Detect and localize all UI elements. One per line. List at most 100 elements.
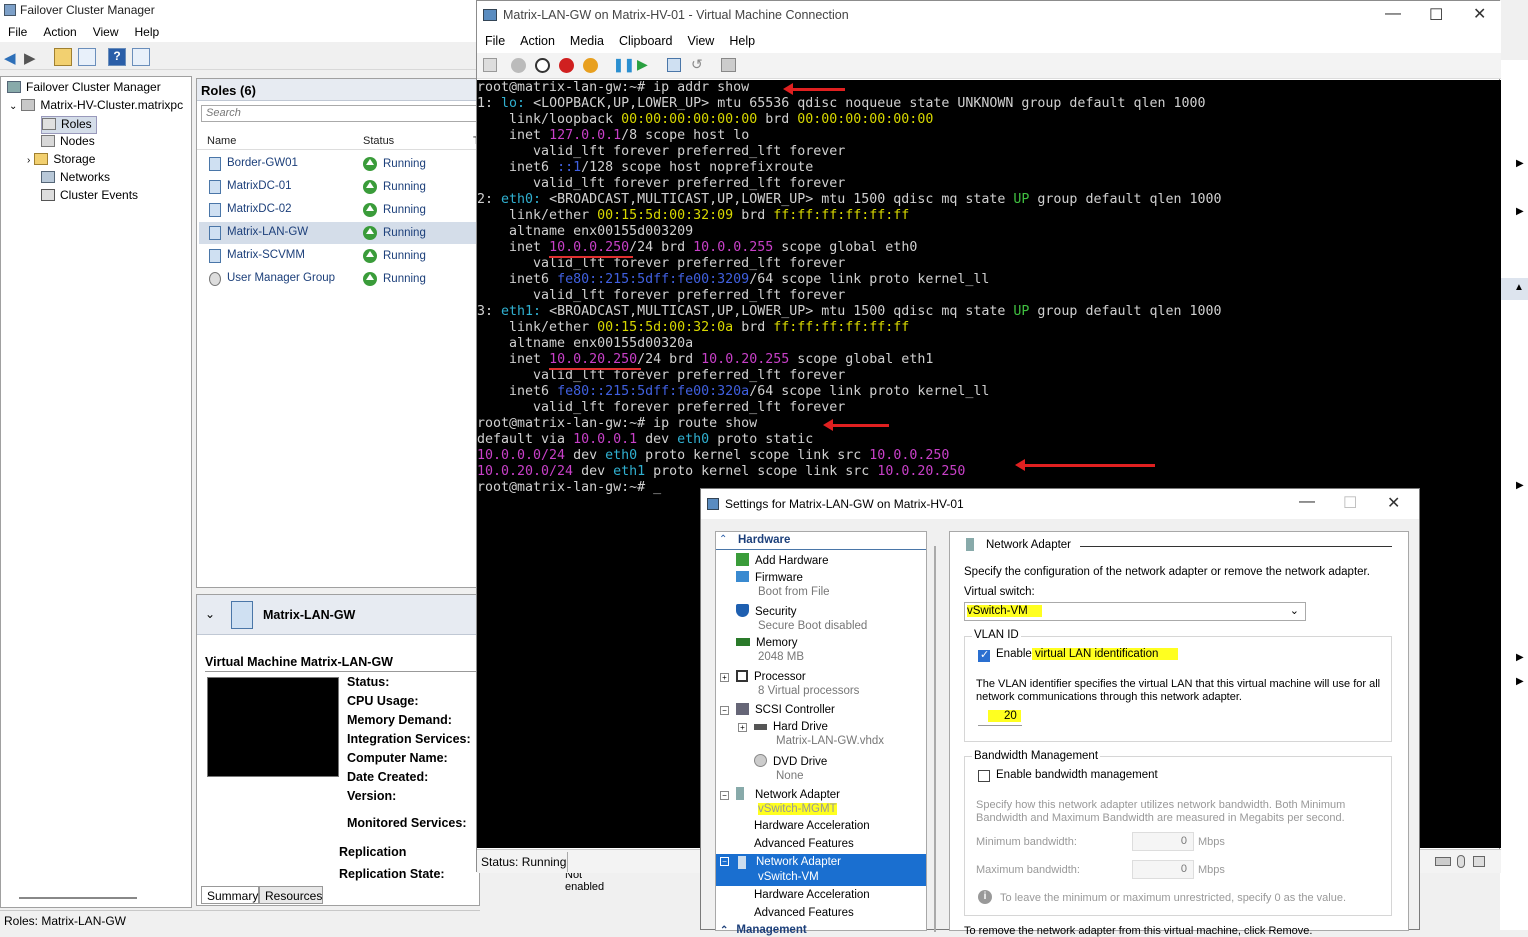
chevron-right-icon[interactable]: ▶	[1516, 480, 1524, 491]
memory-icon	[736, 638, 750, 646]
hw-security[interactable]: Security Secure Boot disabled	[736, 604, 867, 632]
hw-hard-drive[interactable]: + Hard Drive Matrix-LAN-GW.vhdx	[738, 721, 884, 747]
vm-icon	[209, 226, 221, 240]
vmc-menu-action[interactable]: Action	[512, 31, 562, 48]
col-name[interactable]: Name	[207, 135, 236, 147]
resume-icon[interactable]: ▶	[637, 56, 648, 73]
start-icon[interactable]	[511, 58, 526, 73]
ctrl-alt-del-icon[interactable]	[483, 58, 497, 72]
tree-horizontal-scrollbar[interactable]	[19, 897, 137, 899]
hw-hardware-acceleration-1[interactable]: Hardware Acceleration	[754, 820, 870, 832]
vm-icon	[209, 157, 221, 171]
management-header[interactable]: ⌃ Management	[720, 924, 807, 936]
hardware-header[interactable]: ⌃ Hardware	[716, 534, 926, 550]
vswitch-selected-value: vSwitch-VM	[967, 605, 1042, 617]
fcm-menu-file[interactable]: File	[0, 22, 35, 39]
underline-annotation	[549, 368, 641, 370]
minimize-icon[interactable]: —	[1385, 5, 1401, 23]
hw-add-hardware[interactable]: Add Hardware	[736, 553, 829, 567]
checkpoint-icon[interactable]	[667, 58, 681, 72]
vswitch-select[interactable]: vSwitch-VM ⌄	[964, 602, 1306, 621]
vmc-menu-media[interactable]: Media	[562, 31, 611, 48]
role-row-matrix-lan-gw[interactable]: Matrix-LAN-GW Running	[199, 222, 481, 244]
actions-pane-edge: ▶ ▶ ▲ ▶ ▶ ▶	[1500, 60, 1528, 930]
hw-advanced-features-2[interactable]: Advanced Features	[754, 907, 854, 919]
hw-scsi-controller[interactable]: − SCSI Controller	[720, 703, 835, 716]
role-status: Running	[383, 181, 426, 193]
max-bandwidth-input[interactable]: 0	[1132, 860, 1194, 879]
hw-processor[interactable]: + Processor 8 Virtual processors	[720, 670, 859, 697]
hw-network-adapter-vm[interactable]: − Network Adapter vSwitch-VM	[716, 854, 926, 886]
enhanced-session-icon[interactable]	[721, 58, 736, 72]
vmc-menu-help[interactable]: Help	[721, 31, 762, 48]
role-row-user-manager-group[interactable]: User Manager Group Running	[199, 268, 481, 290]
detail-section-title: Virtual Machine Matrix-LAN-GW	[205, 655, 393, 669]
chevron-right-icon[interactable]: ▶	[1516, 652, 1524, 663]
save-state-icon[interactable]	[583, 58, 598, 73]
actions-section-header[interactable]: ▲	[1500, 278, 1528, 300]
maximize-icon[interactable]: ☐	[1343, 493, 1357, 513]
tree-root[interactable]: Failover Cluster Manager	[7, 80, 161, 98]
turn-off-icon[interactable]	[535, 58, 550, 73]
hw-scrollbar[interactable]	[934, 546, 936, 932]
vmc-menu-view[interactable]: View	[679, 31, 721, 48]
min-bandwidth-input[interactable]: 0	[1132, 832, 1194, 851]
tree-item-nodes-label: Nodes	[60, 134, 95, 148]
role-row-matrixdc-02[interactable]: MatrixDC-02 Running	[199, 199, 481, 221]
role-row-matrix-scvmm[interactable]: Matrix-SCVMM Running	[199, 245, 481, 267]
role-row-border-gw01[interactable]: Border-GW01 Running	[199, 153, 481, 175]
fcm-menu-view[interactable]: View	[85, 22, 127, 39]
dvd-icon	[754, 754, 767, 767]
detail-pane: ⌄ Matrix-LAN-GW Virtual Machine Matrix-L…	[196, 594, 604, 906]
tab-resources[interactable]: Resources	[259, 886, 323, 904]
chevron-right-icon[interactable]: ▶	[1516, 206, 1524, 217]
fcm-menu-action[interactable]: Action	[35, 22, 84, 39]
pause-icon[interactable]: ❚❚	[613, 57, 635, 73]
chevron-right-icon[interactable]: ▶	[1516, 676, 1524, 687]
hw-dvd-drive[interactable]: DVD Drive None	[754, 754, 827, 782]
help-icon[interactable]: ?	[108, 48, 126, 66]
vmc-title-bar: Matrix-LAN-GW on Matrix-HV-01 - Virtual …	[477, 1, 1501, 31]
fcm-status-bar: Roles: Matrix-LAN-GW	[0, 910, 480, 930]
show-hide-tree-icon[interactable]	[78, 48, 96, 66]
vlan-id-input[interactable]: 20	[978, 708, 1022, 726]
vmc-menu-file[interactable]: File	[477, 31, 512, 48]
hw-firmware[interactable]: Firmware Boot from File	[736, 571, 830, 598]
roles-search-input[interactable]: Search	[201, 105, 481, 122]
vmc-menu-clipboard[interactable]: Clipboard	[611, 31, 680, 48]
bandwidth-description-1: Specify how this network adapter utilize…	[976, 799, 1346, 811]
revert-icon[interactable]: ↺	[691, 56, 703, 73]
forward-arrow-icon[interactable]: ▶	[24, 49, 36, 67]
minimize-icon[interactable]: —	[1299, 493, 1315, 511]
maximize-icon[interactable]: ☐	[1429, 5, 1443, 25]
dialog-title: Settings for Matrix-LAN-GW on Matrix-HV-…	[725, 497, 964, 511]
tree-item-roles[interactable]: Roles	[41, 116, 97, 134]
running-status-icon	[363, 249, 377, 263]
back-arrow-icon[interactable]: ◀	[4, 49, 16, 67]
tree-item-cluster-events[interactable]: Cluster Events	[41, 188, 138, 206]
tree-item-networks[interactable]: Networks	[41, 170, 110, 188]
close-icon[interactable]: ✕	[1473, 4, 1486, 24]
shut-down-icon[interactable]	[559, 58, 574, 73]
show-action-pane-icon[interactable]	[132, 48, 150, 66]
role-row-matrixdc-01[interactable]: MatrixDC-01 Running	[199, 176, 481, 198]
hw-network-adapter-mgmt[interactable]: − Network Adapter vSwitch-MGMT	[720, 787, 840, 815]
tree-cluster[interactable]: ⌄ Matrix-HV-Cluster.matrixpc	[9, 98, 183, 116]
hw-advanced-features-1[interactable]: Advanced Features	[754, 838, 854, 850]
close-icon[interactable]: ✕	[1387, 493, 1400, 513]
tree-item-nodes[interactable]: Nodes	[41, 134, 95, 152]
bandwidth-enable-checkbox[interactable]	[978, 770, 990, 782]
tree-item-storage[interactable]: › Storage	[27, 152, 95, 170]
hw-memory[interactable]: Memory 2048 MB	[736, 637, 804, 663]
lock-icon	[1473, 856, 1485, 867]
chevron-down-icon[interactable]: ⌄	[205, 607, 215, 621]
hw-hardware-acceleration-2[interactable]: Hardware Acceleration	[754, 889, 870, 901]
folder-up-icon[interactable]	[54, 48, 72, 66]
col-status[interactable]: Status	[363, 135, 394, 147]
role-name: MatrixDC-02	[227, 203, 292, 215]
chevron-right-icon[interactable]: ▶	[1516, 158, 1524, 169]
tab-summary[interactable]: Summary	[201, 886, 259, 904]
fcm-menu-help[interactable]: Help	[127, 22, 168, 39]
vlan-enable-checkbox[interactable]	[978, 648, 990, 662]
vm-thumbnail[interactable]	[207, 677, 339, 777]
